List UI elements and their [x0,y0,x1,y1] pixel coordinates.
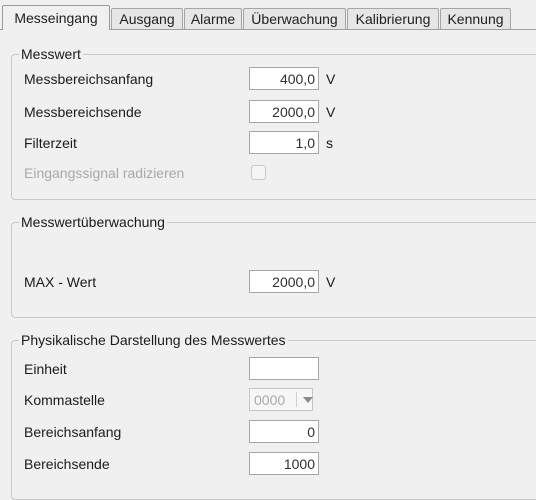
label-bereichsanfang: Bereichsanfang [24,424,122,440]
input-einheit[interactable] [249,357,319,380]
select-kommastelle[interactable]: 0000 [249,388,313,411]
label-eingangssignal-radizieren: Eingangssignal radizieren [24,165,185,181]
select-divider [296,392,297,407]
label-filterzeit: Filterzeit [24,135,77,151]
checkbox-eingangssignal-radizieren[interactable] [251,165,266,180]
label-bereichsende: Bereichsende [24,456,110,472]
tab-alarme[interactable]: Alarme [184,8,242,29]
tab-kalibrierung[interactable]: Kalibrierung [347,8,439,29]
unit-filterzeit: s [326,135,333,151]
input-max-wert[interactable] [249,270,319,293]
tab-ausgang[interactable]: Ausgang [111,8,183,29]
select-kommastelle-value: 0000 [254,392,286,408]
unit-messbereichsende: V [326,104,336,120]
group-messwertueberwachung-title: Messwertüberwachung [19,213,167,231]
input-bereichsanfang[interactable] [249,420,319,443]
input-filterzeit[interactable] [249,131,319,154]
label-messbereichsende: Messbereichsende [24,104,142,120]
label-messbereichsanfang: Messbereichsanfang [24,71,154,87]
input-messbereichsende[interactable] [249,100,319,123]
chevron-down-icon[interactable] [303,397,313,403]
unit-max-wert: V [326,274,336,290]
group-messwert-title: Messwert [19,45,83,63]
label-einheit: Einheit [24,361,67,377]
label-max-wert: MAX - Wert [24,274,97,290]
input-messbereichsanfang[interactable] [249,67,319,90]
tab-messeingang[interactable]: Messeingang [2,5,110,30]
tab-kennung[interactable]: Kennung [440,8,511,29]
group-physikalische-darstellung-title: Physikalische Darstellung des Messwertes [19,331,288,349]
unit-messbereichsanfang: V [326,71,336,87]
tab-ueberwachung[interactable]: Überwachung [243,8,346,29]
tab-bar: Messeingang Ausgang Alarme Überwachung K… [0,0,536,30]
input-bereichsende[interactable] [249,452,319,475]
label-kommastelle: Kommastelle [24,392,105,408]
